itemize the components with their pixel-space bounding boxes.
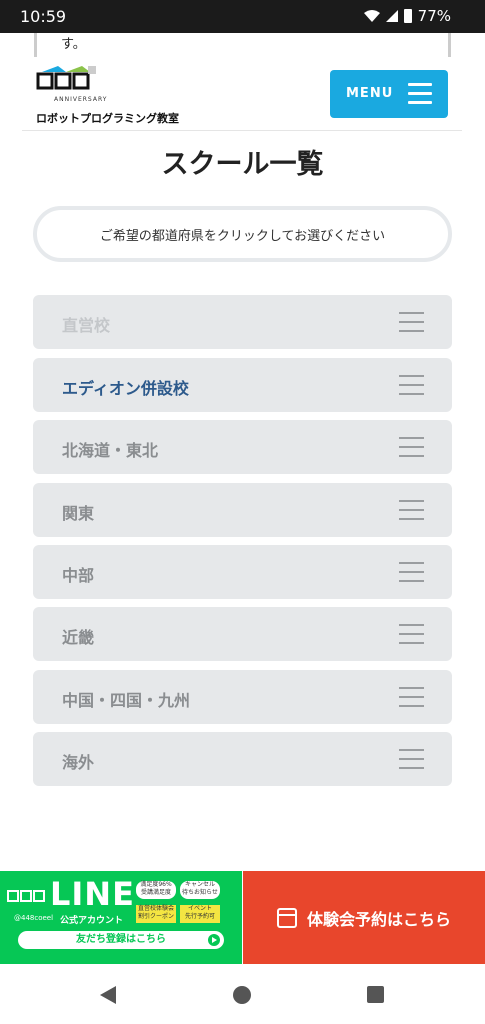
line-account-id: @448coeel xyxy=(14,914,54,922)
battery-percent: 77% xyxy=(417,7,451,25)
hamburger-icon xyxy=(399,749,424,769)
robopro-small-icon xyxy=(7,890,45,902)
tag-text: 先行予約可 xyxy=(184,913,215,920)
arrow-right-icon xyxy=(208,934,220,946)
tag-text: 直営校体験会 xyxy=(137,905,174,912)
tag-event: イベント 先行予約可 xyxy=(180,905,220,923)
android-nav-bar xyxy=(0,964,485,1024)
trial-reservation-button[interactable]: 体験会予約はこちら xyxy=(243,871,485,964)
category-direct-schools[interactable]: 直営校 xyxy=(33,295,452,349)
tag-coupon: 直営校体験会 割引クーポン xyxy=(136,905,176,923)
hamburger-icon xyxy=(399,312,424,332)
badge-text: 受講満足度 xyxy=(140,889,171,896)
previous-content-fragment: す。 xyxy=(34,33,451,57)
category-label: 北海道・東北 xyxy=(62,441,159,460)
status-icons: 77% xyxy=(363,7,451,25)
menu-label: MENU xyxy=(346,86,394,101)
hamburger-icon xyxy=(408,83,432,105)
line-add-friend-label: 友だち登録はこちら xyxy=(76,934,166,945)
line-logo: LINE xyxy=(6,875,134,915)
category-label: 海外 xyxy=(62,753,95,772)
category-edion-schools[interactable]: エディオン併設校 xyxy=(33,358,452,412)
robopro-logo[interactable]: ANNIVERSARY ロボットプログラミング教室 xyxy=(34,66,179,125)
status-bar: 10:59 77% xyxy=(0,0,485,33)
page-title: スクール一覧 xyxy=(161,149,324,180)
badge-cancel: キャンセル 待ちお知らせ xyxy=(180,881,220,899)
home-icon[interactable] xyxy=(233,986,251,1004)
hamburger-icon xyxy=(399,624,424,644)
category-chubu[interactable]: 中部 xyxy=(33,545,452,599)
logo-subtitle: ロボットプログラミング教室 xyxy=(36,112,179,125)
line-official-banner[interactable]: LINE @448coeel 公式アカウント 満足度96% 受講満足度 キャンセ… xyxy=(0,871,242,964)
badge-text: 待ちお知らせ xyxy=(182,889,218,896)
category-kinki[interactable]: 近畿 xyxy=(33,607,452,661)
hamburger-icon xyxy=(399,687,424,707)
logo-anniversary-text: ANNIVERSARY xyxy=(54,96,108,103)
category-label: 近畿 xyxy=(62,628,95,647)
badge-text: キャンセル xyxy=(184,881,215,888)
category-label: 中部 xyxy=(62,566,95,585)
line-official-text: 公式アカウント xyxy=(60,916,124,926)
category-label: 中国・四国・九州 xyxy=(62,691,191,710)
badge-satisfaction: 満足度96% 受講満足度 xyxy=(136,881,176,899)
trial-reservation-label: 体験会予約はこちら xyxy=(306,909,451,929)
hamburger-icon xyxy=(399,500,424,520)
category-chugoku-shikoku-kyushu[interactable]: 中国・四国・九州 xyxy=(33,670,452,724)
menu-button[interactable]: MENU xyxy=(330,70,448,118)
category-label: エディオン併設校 xyxy=(62,379,189,398)
hamburger-icon xyxy=(399,562,424,582)
back-icon[interactable] xyxy=(100,986,116,1004)
battery-icon xyxy=(403,9,412,23)
prefecture-select-label: ご希望の都道府県をクリックしてお選びください xyxy=(99,228,386,244)
hamburger-icon xyxy=(399,375,424,395)
line-add-friend-button[interactable]: 友だち登録はこちら xyxy=(18,931,224,949)
category-label: 関東 xyxy=(62,504,95,523)
category-hokkaido-tohoku[interactable]: 北海道・東北 xyxy=(33,420,452,474)
badge-text: 満足度96% xyxy=(140,881,172,888)
tag-text: 割引クーポン xyxy=(137,913,174,920)
fragment-text: す。 xyxy=(61,37,86,52)
category-overseas[interactable]: 海外 xyxy=(33,732,452,786)
site-header: ANNIVERSARY ロボットプログラミング教室 MENU xyxy=(22,60,462,131)
bottom-cta-bar: LINE @448coeel 公式アカウント 満足度96% 受講満足度 キャンセ… xyxy=(0,871,485,964)
prefecture-select-button[interactable]: ご希望の都道府県をクリックしてお選びください xyxy=(33,206,452,262)
wifi-icon xyxy=(363,10,380,22)
signal-icon xyxy=(385,10,398,22)
calendar-icon xyxy=(276,907,297,928)
line-brand: LINE xyxy=(50,875,135,913)
category-kanto[interactable]: 関東 xyxy=(33,483,452,537)
hamburger-icon xyxy=(399,437,424,457)
status-time: 10:59 xyxy=(20,7,67,26)
category-label: 直営校 xyxy=(62,316,111,335)
logo-mark-icon xyxy=(36,66,96,90)
recent-apps-icon[interactable] xyxy=(367,986,384,1003)
tag-text: イベント xyxy=(187,905,212,912)
